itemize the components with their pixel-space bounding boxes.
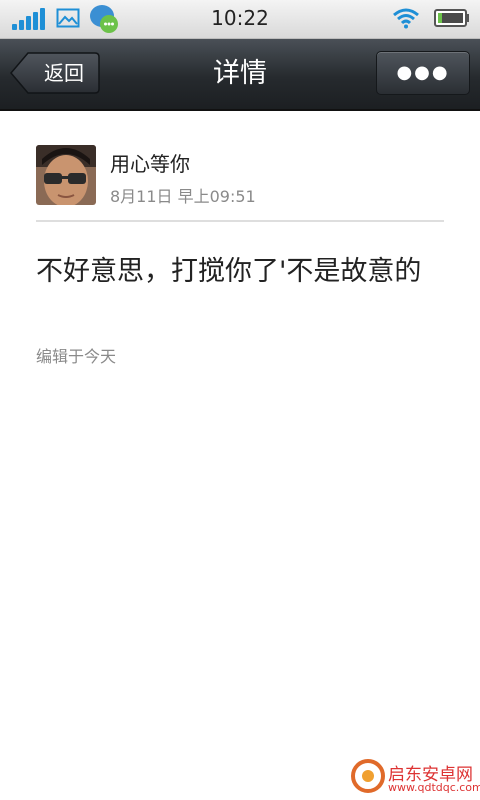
more-dots-icon: ●●●: [396, 62, 450, 83]
divider: [36, 220, 444, 222]
wifi-icon: [393, 8, 419, 29]
title-bar: 返回 详情 ●●●: [0, 39, 480, 111]
more-button[interactable]: ●●●: [376, 51, 470, 95]
back-label: 返回: [44, 61, 84, 85]
post-time: 8月11日 早上09:51: [110, 187, 256, 206]
battery-icon: [434, 9, 469, 27]
edit-note: 编辑于今天: [36, 347, 117, 366]
status-bar: 10:22: [0, 0, 480, 39]
avatar[interactable]: [36, 145, 96, 205]
watermark-url: www.qdtdqc.com: [388, 781, 480, 794]
watermark-logo-icon: [351, 759, 385, 793]
back-button[interactable]: 返回: [10, 52, 100, 94]
page-title: 详情: [213, 58, 267, 89]
user-name[interactable]: 用心等你: [110, 148, 190, 177]
message-text: 不好意思，打搅你了'不是故意的: [36, 256, 422, 287]
watermark: 启东安卓网 www.qdtdqc.com: [350, 752, 480, 800]
